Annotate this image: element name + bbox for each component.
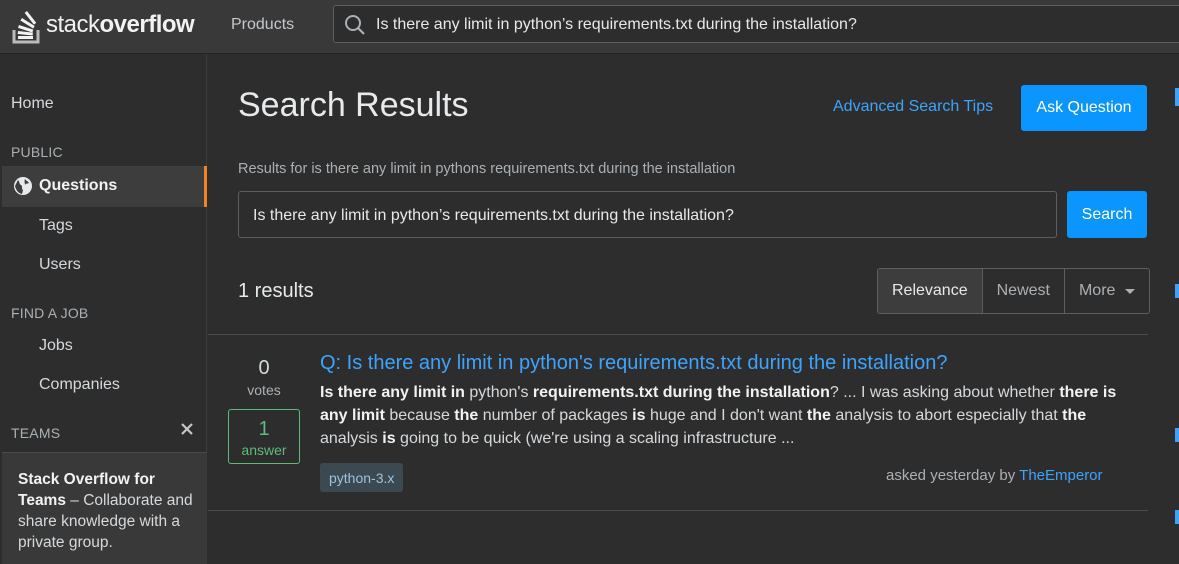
top-search-box[interactable] bbox=[333, 5, 1179, 44]
logo-text-bold: overflow bbox=[99, 11, 195, 38]
sidebar-section-jobs: FIND A JOB bbox=[11, 305, 89, 321]
asked-text: asked yesterday by bbox=[886, 467, 1016, 484]
filter-relevance[interactable]: Relevance bbox=[878, 269, 982, 313]
filter-more[interactable]: More bbox=[1063, 269, 1149, 313]
top-bar: stackoverflow Products bbox=[0, 0, 1179, 54]
filter-newest[interactable]: Newest bbox=[981, 269, 1064, 313]
excerpt-highlight: is bbox=[382, 430, 396, 447]
excerpt-text: analysis to abort especially that bbox=[830, 407, 1063, 424]
sidebar-item-jobs[interactable]: Jobs bbox=[39, 337, 73, 355]
excerpt-text: analysis bbox=[320, 430, 383, 447]
author-link[interactable]: TheEmperor bbox=[1019, 467, 1102, 484]
left-sidebar: Home PUBLIC Questions Tags Users FIND A … bbox=[0, 54, 207, 564]
right-edge-element bbox=[1175, 88, 1179, 106]
excerpt-highlight: Is there any limit in bbox=[320, 384, 465, 401]
logo-text: stackoverflow bbox=[46, 11, 195, 39]
teams-title-1: Stack Overflow for bbox=[18, 471, 155, 488]
stack-logo-icon bbox=[12, 11, 40, 44]
excerpt-highlight: requirements.txt during the installation bbox=[532, 384, 830, 401]
excerpt-highlight: is bbox=[632, 407, 646, 424]
sort-filters: Relevance Newest More bbox=[877, 268, 1151, 314]
divider bbox=[208, 334, 1148, 335]
teams-promo: Stack Overflow for Teams – Collaborate an… bbox=[2, 452, 207, 564]
tag-python-3x[interactable]: python-3.x bbox=[320, 463, 404, 492]
question-excerpt: Is there any limit in python's requireme… bbox=[320, 381, 1135, 450]
excerpt-text: ? ... I was asking about whether bbox=[829, 384, 1060, 401]
sidebar-item-questions-label: Questions bbox=[39, 177, 118, 194]
result-count: 1 results bbox=[238, 280, 314, 302]
sidebar-section-teams: TEAMS bbox=[11, 425, 61, 441]
asked-info: asked yesterday by TheEmperor bbox=[886, 467, 1103, 484]
excerpt-text: python's bbox=[464, 384, 533, 401]
right-edge-element bbox=[1175, 428, 1179, 442]
advanced-search-tips-link[interactable]: Advanced Search Tips bbox=[833, 98, 993, 116]
answer-label: answer bbox=[241, 442, 287, 458]
excerpt-highlight: the bbox=[1062, 407, 1087, 424]
sidebar-item-home[interactable]: Home bbox=[11, 95, 54, 113]
excerpt-text: number of packages bbox=[478, 407, 633, 424]
globe-icon bbox=[14, 177, 32, 195]
sidebar-item-questions[interactable]: Questions bbox=[2, 166, 207, 207]
top-search-input[interactable] bbox=[374, 6, 1178, 44]
sidebar-item-companies[interactable]: Companies bbox=[39, 376, 120, 394]
search-icon bbox=[345, 15, 365, 35]
sidebar-item-users[interactable]: Users bbox=[39, 256, 81, 274]
products-menu[interactable]: Products bbox=[218, 8, 307, 42]
stackoverflow-logo[interactable]: stackoverflow bbox=[12, 5, 195, 45]
divider bbox=[208, 510, 1148, 511]
filter-more-label: More bbox=[1078, 282, 1116, 299]
results-for-text: Results for is there any limit in python… bbox=[238, 161, 736, 177]
main-search-input[interactable] bbox=[251, 192, 1045, 239]
teams-title-2: Teams bbox=[18, 492, 66, 509]
answer-count: 1 bbox=[258, 418, 270, 440]
answer-count-box: 1 answer bbox=[228, 409, 300, 464]
excerpt-text: because bbox=[384, 407, 455, 424]
excerpt-highlight: the bbox=[454, 407, 479, 424]
right-edge-element bbox=[1175, 510, 1179, 524]
page-title: Search Results bbox=[238, 86, 469, 124]
ask-question-button[interactable]: Ask Question bbox=[1021, 85, 1147, 131]
logo-text-light: stack bbox=[46, 11, 100, 38]
excerpt-text: going to be quick (we're using a scaling… bbox=[395, 430, 795, 447]
vote-count: 0 bbox=[258, 357, 270, 379]
right-edge-element bbox=[1175, 284, 1179, 298]
close-icon[interactable] bbox=[180, 422, 194, 436]
main-search-box[interactable] bbox=[238, 191, 1057, 239]
excerpt-highlight: the bbox=[806, 407, 831, 424]
vote-label: votes bbox=[247, 382, 281, 398]
caret-down-icon bbox=[1125, 288, 1136, 294]
sidebar-item-tags[interactable]: Tags bbox=[39, 217, 73, 235]
excerpt-text: huge and I don't want bbox=[645, 407, 807, 424]
sidebar-section-public: PUBLIC bbox=[11, 144, 63, 160]
search-button[interactable]: Search bbox=[1067, 191, 1147, 238]
question-title-link[interactable]: Q: Is there any limit in python's requir… bbox=[320, 352, 947, 375]
teams-promo-text: Stack Overflow for Teams – Collaborate an… bbox=[18, 469, 198, 553]
